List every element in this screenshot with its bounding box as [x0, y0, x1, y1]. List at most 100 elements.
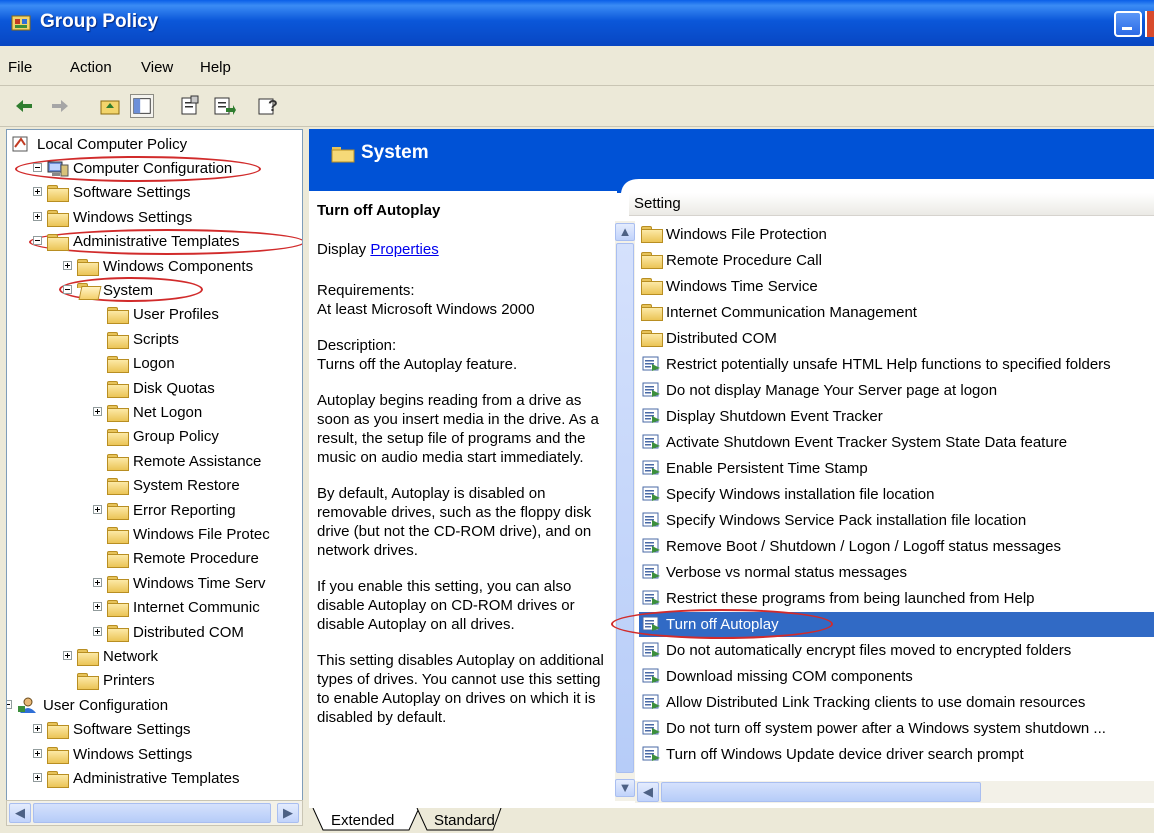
expand-icon[interactable]: [63, 260, 72, 270]
folder-icon: [47, 746, 69, 764]
tree-node[interactable]: Net Logon: [7, 401, 302, 423]
tree-node[interactable]: Logon: [7, 352, 302, 374]
list-item[interactable]: Download missing COM components: [639, 664, 1154, 689]
user-icon: [18, 697, 36, 713]
policy-setting-icon: [642, 512, 660, 527]
list-vertical-scrollbar[interactable]: ▲ ▼: [615, 221, 635, 801]
list-item[interactable]: Windows File Protection: [639, 222, 1154, 247]
expand-icon[interactable]: [93, 626, 102, 636]
collapse-icon[interactable]: [63, 285, 72, 294]
scroll-right-button[interactable]: ▶: [277, 803, 299, 823]
tree-node[interactable]: Printers: [7, 669, 302, 691]
tree-node[interactable]: User Configuration: [7, 694, 302, 716]
tree-node[interactable]: Internet Communic: [7, 596, 302, 618]
list-item[interactable]: Turn off Autoplay: [639, 612, 1154, 637]
tree-node[interactable]: Scripts: [7, 328, 302, 350]
list-item[interactable]: Specify Windows installation file locati…: [639, 482, 1154, 507]
scroll-left-button[interactable]: ◀: [9, 803, 31, 823]
collapse-icon[interactable]: [7, 699, 12, 709]
tree-node[interactable]: Group Policy: [7, 425, 302, 447]
policy-setting-icon: [642, 538, 660, 553]
tree-node[interactable]: Windows File Protec: [7, 523, 302, 545]
tree-node[interactable]: Computer Configuration: [7, 157, 302, 179]
properties-icon[interactable]: [178, 94, 202, 118]
list-item[interactable]: Enable Persistent Time Stamp: [639, 456, 1154, 481]
list-horizontal-scrollbar[interactable]: ◀: [635, 781, 1154, 803]
tree-node[interactable]: Software Settings: [7, 181, 302, 203]
tree-node[interactable]: User Profiles: [7, 303, 302, 325]
scroll-thumb[interactable]: [661, 782, 981, 802]
list-item[interactable]: Specify Windows Service Pack installatio…: [639, 508, 1154, 533]
help-icon[interactable]: ?: [256, 94, 280, 118]
menu-view[interactable]: View: [141, 59, 173, 76]
tree-node[interactable]: Windows Settings: [7, 743, 302, 765]
tree-node[interactable]: Remote Assistance: [7, 450, 302, 472]
tab-standard[interactable]: Standard: [434, 812, 495, 829]
expand-icon[interactable]: [93, 577, 102, 587]
list-item[interactable]: Display Shutdown Event Tracker: [639, 404, 1154, 429]
tree-node[interactable]: Disk Quotas: [7, 377, 302, 399]
list-item[interactable]: Windows Time Service: [639, 274, 1154, 299]
list-item[interactable]: Remote Procedure Call: [639, 248, 1154, 273]
scroll-thumb[interactable]: [33, 803, 271, 823]
list-item[interactable]: Restrict these programs from being launc…: [639, 586, 1154, 611]
list-item[interactable]: Remove Boot / Shutdown / Logon / Logoff …: [639, 534, 1154, 559]
expand-icon[interactable]: [33, 773, 42, 782]
collapse-icon[interactable]: [33, 236, 42, 246]
tree-node[interactable]: Windows Time Serv: [7, 572, 302, 594]
scroll-down-button[interactable]: ▼: [615, 779, 635, 797]
tree-node[interactable]: Distributed COM: [7, 621, 302, 643]
menu-help[interactable]: Help: [200, 59, 231, 76]
back-arrow-icon[interactable]: [12, 94, 36, 118]
list-item[interactable]: Do not display Manage Your Server page a…: [639, 378, 1154, 403]
list-item[interactable]: Verbose vs normal status messages: [639, 560, 1154, 585]
show-hide-tree-icon[interactable]: [130, 94, 154, 118]
tab-extended[interactable]: Extended: [331, 812, 394, 829]
menu-bar: File Action View Help: [0, 49, 1154, 86]
policy-setting-icon: [642, 434, 660, 449]
expand-icon[interactable]: [63, 651, 72, 660]
tree-node[interactable]: Windows Settings: [7, 206, 302, 228]
export-list-icon[interactable]: [212, 94, 236, 118]
tree-node[interactable]: System Restore: [7, 474, 302, 496]
list-item-label: Do not turn off system power after a Win…: [666, 720, 1106, 737]
column-header-setting[interactable]: Setting: [629, 193, 1154, 216]
tree-node[interactable]: Administrative Templates: [7, 230, 302, 252]
minimize-button[interactable]: [1114, 11, 1142, 37]
tree-horizontal-scrollbar[interactable]: ◀ ▶: [6, 800, 303, 826]
expand-icon[interactable]: [33, 748, 42, 758]
collapse-icon[interactable]: [33, 163, 42, 172]
expand-icon[interactable]: [33, 724, 42, 734]
list-item[interactable]: Do not automatically encrypt files moved…: [639, 638, 1154, 663]
list-item[interactable]: Restrict potentially unsafe HTML Help fu…: [639, 352, 1154, 377]
tree-node[interactable]: Remote Procedure: [7, 547, 302, 569]
expand-icon[interactable]: [93, 407, 102, 416]
expand-icon[interactable]: [93, 602, 102, 612]
tree-node[interactable]: Administrative Templates: [7, 767, 302, 789]
tree-node[interactable]: System: [7, 279, 302, 301]
title-bar: Group Policy: [0, 0, 1154, 46]
expand-icon[interactable]: [33, 187, 42, 197]
scroll-thumb[interactable]: [616, 243, 634, 773]
scroll-up-button[interactable]: ▲: [615, 223, 635, 241]
tree-node-local-computer-policy[interactable]: Local Computer Policy: [11, 133, 296, 155]
tree-node[interactable]: Software Settings: [7, 718, 302, 740]
list-item[interactable]: Turn off Windows Update device driver se…: [639, 742, 1154, 767]
close-button[interactable]: [1145, 11, 1154, 37]
menu-action[interactable]: Action: [70, 59, 112, 76]
tree-node[interactable]: Error Reporting: [7, 499, 302, 521]
expand-icon[interactable]: [93, 504, 102, 514]
list-item[interactable]: Distributed COM: [639, 326, 1154, 351]
up-one-level-icon[interactable]: [98, 94, 122, 118]
list-item[interactable]: Allow Distributed Link Tracking clients …: [639, 690, 1154, 715]
tree-node[interactable]: Windows Components: [7, 255, 302, 277]
properties-link[interactable]: Properties: [370, 241, 438, 258]
list-item[interactable]: Do not turn off system power after a Win…: [639, 716, 1154, 741]
forward-arrow-icon[interactable]: [48, 94, 72, 118]
expand-icon[interactable]: [33, 211, 42, 221]
list-item[interactable]: Activate Shutdown Event Tracker System S…: [639, 430, 1154, 455]
tree-node[interactable]: Network: [7, 645, 302, 667]
menu-file[interactable]: File: [8, 59, 32, 76]
scroll-left-button[interactable]: ◀: [637, 782, 659, 802]
list-item[interactable]: Internet Communication Management: [639, 300, 1154, 325]
